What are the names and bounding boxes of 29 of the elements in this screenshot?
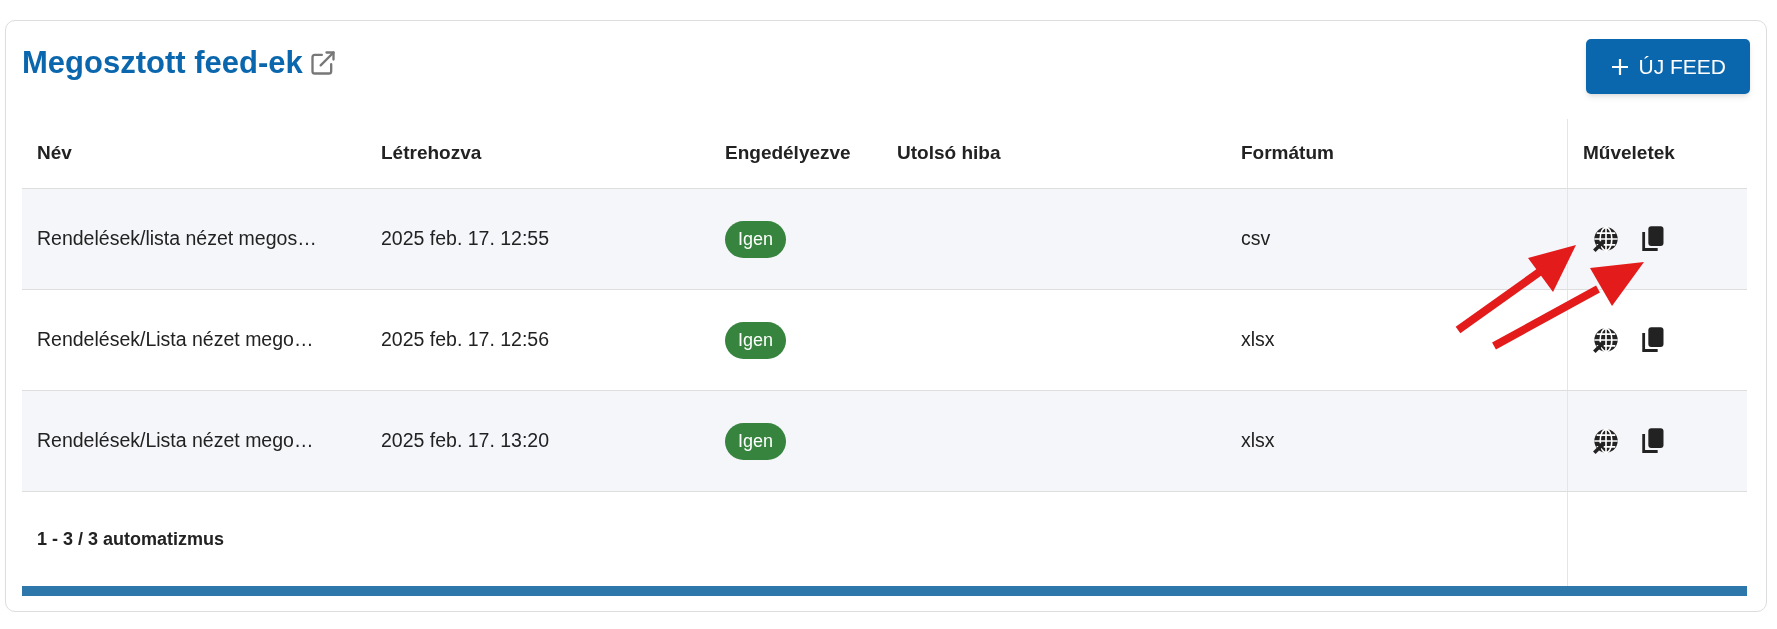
column-header: Név: [37, 141, 72, 166]
status-badge: Igen: [725, 220, 787, 258]
column-header: Létrehozva: [381, 141, 482, 166]
table-cell-text: 2025 feb. 17. 12:56: [381, 327, 550, 353]
copy-icon[interactable]: [1640, 225, 1666, 253]
column-header: Utolsó hiba: [897, 141, 1001, 166]
table-cell-text: Rendelések/Lista nézet mego…: [37, 327, 314, 353]
pagination-text: 1 - 3 / 3 automatizmus: [37, 527, 225, 551]
table-cell-text: xlsx: [1241, 327, 1275, 353]
page-title: Megosztott feed-ek: [22, 47, 303, 78]
table-cell-text: Rendelések/Lista nézet mego…: [37, 428, 314, 454]
column-header: Formátum: [1241, 141, 1334, 166]
table-cell-text: csv: [1241, 226, 1271, 252]
copy-icon[interactable]: [1640, 326, 1666, 354]
external-link-icon[interactable]: [308, 48, 337, 77]
column-header: Műveletek: [1583, 141, 1675, 166]
status-badge: Igen: [725, 321, 787, 359]
copy-icon[interactable]: [1640, 427, 1666, 455]
table-cell-text: xlsx: [1241, 428, 1275, 454]
plus-icon: [1610, 56, 1631, 77]
table-cell-text: Rendelések/lista nézet megos…: [37, 226, 317, 252]
table-cell-text: 2025 feb. 17. 12:55: [381, 226, 550, 252]
globe-arrow-icon[interactable]: [1592, 427, 1620, 455]
globe-arrow-icon[interactable]: [1592, 225, 1620, 253]
status-badge: Igen: [725, 422, 787, 460]
table-cell-text: 2025 feb. 17. 13:20: [381, 428, 550, 454]
globe-arrow-icon[interactable]: [1592, 326, 1620, 354]
new-feed-button[interactable]: ÚJ FEED: [1586, 39, 1750, 94]
column-header: Engedélyezve: [725, 141, 851, 166]
